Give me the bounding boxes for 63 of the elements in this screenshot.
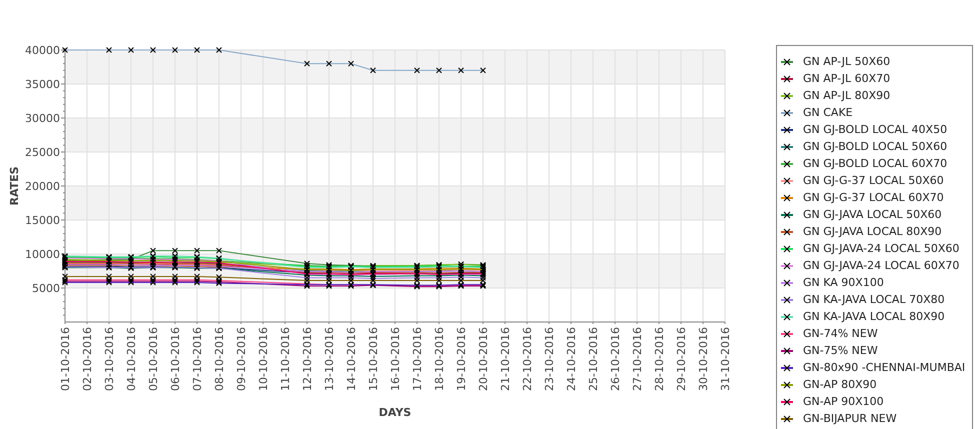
axis-tick-label: 29-10-2016: [675, 327, 688, 391]
axis-tick-label: 13-10-2016: [323, 327, 336, 391]
axis-tick-label: 05-10-2016: [147, 327, 160, 391]
axis-tick-label: 16-10-2016: [389, 327, 402, 391]
legend-label: GN GJ-JAVA LOCAL 80X90: [803, 226, 942, 237]
axis-tick-label: 09-10-2016: [235, 327, 248, 391]
axis-tick-label: 21-10-2016: [499, 327, 512, 391]
legend-label: GN GJ-BOLD LOCAL 50X60: [803, 141, 948, 152]
axis-title: DAYS: [378, 406, 412, 419]
axis-tick-label: 20-10-2016: [477, 327, 490, 391]
axis-tick-label: 14-10-2016: [345, 327, 358, 391]
axis-tick-label: 17-10-2016: [411, 327, 424, 391]
legend-label: GN KA 90X100: [803, 277, 884, 288]
axis-tick-label: 28-10-2016: [653, 327, 666, 391]
legend-label: GN-74% NEW: [803, 328, 878, 339]
axis-tick-label: 27-10-2016: [631, 327, 644, 391]
axis-tick-label: 11-10-2016: [279, 327, 292, 391]
axis-tick-label: 40000: [25, 44, 60, 57]
axis-tick-label: 07-10-2016: [191, 327, 204, 391]
legend-label: GN GJ-G-37 LOCAL 50X60: [803, 175, 944, 186]
axis-tick-label: 02-10-2016: [81, 327, 94, 391]
axis-tick-label: 12-10-2016: [301, 327, 314, 391]
legend-label: GN KA-JAVA LOCAL 80X90: [803, 311, 945, 322]
legend-label: GN AP-JL 60X70: [803, 73, 890, 84]
axis-tick-label: 26-10-2016: [609, 327, 622, 391]
axis-tick-label: 30000: [25, 112, 60, 125]
axis-tick-label: 23-10-2016: [543, 327, 556, 391]
axis-tick-label: 06-10-2016: [169, 327, 182, 391]
legend-label: GN GJ-JAVA-24 LOCAL 60X70: [803, 260, 960, 271]
axis-tick-label: 15-10-2016: [367, 327, 380, 391]
legend-label: GN-80x90 -CHENNAI-MUMBAI: [803, 362, 966, 373]
axis-tick-label: 04-10-2016: [125, 327, 138, 391]
axis-tick-label: 08-10-2016: [213, 327, 226, 391]
axis-tick-label: 15000: [25, 214, 60, 227]
axis-tick-label: 01-10-2016: [59, 327, 72, 391]
axis-tick-label: 10-10-2016: [257, 327, 270, 391]
axis-tick-label: 30-10-2016: [697, 327, 710, 391]
axis-tick-label: 25-10-2016: [587, 327, 600, 391]
axis-tick-label: 19-10-2016: [455, 327, 468, 391]
axis-tick-label: 24-10-2016: [565, 327, 578, 391]
legend-label: GN AP-JL 50X60: [803, 56, 890, 67]
legend-label: GN GJ-JAVA-24 LOCAL 50X60: [803, 243, 960, 254]
axis-tick-label: 5000: [32, 282, 60, 295]
axis-tick-label: 22-10-2016: [521, 327, 534, 391]
axis-tick-label: 03-10-2016: [103, 327, 116, 391]
axis-tick-label: 20000: [25, 180, 60, 193]
legend-label: GN KA-JAVA LOCAL 70X80: [803, 294, 945, 305]
legend-label: GN-75% NEW: [803, 345, 878, 356]
legend-label: GN GJ-BOLD LOCAL 40X50: [803, 124, 948, 135]
axis-tick-label: 35000: [25, 78, 60, 91]
axis-tick-label: 18-10-2016: [433, 327, 446, 391]
axis-tick-label: 31-10-2016: [719, 327, 732, 391]
axis-tick-label: 10000: [25, 248, 60, 261]
legend-label: GN AP-JL 80X90: [803, 90, 890, 101]
axis-tick-label: 25000: [25, 146, 60, 159]
legend-label: GN GJ-G-37 LOCAL 60X70: [803, 192, 944, 203]
axis-title: RATES: [8, 166, 21, 206]
legend-label: GN GJ-BOLD LOCAL 60X70: [803, 158, 948, 169]
legend-label: GN-AP 90X100: [803, 396, 884, 407]
legend-label: GN GJ-JAVA LOCAL 50X60: [803, 209, 942, 220]
legend-label: GN-BIJAPUR NEW: [803, 413, 897, 424]
legend-label: GN-AP 80X90: [803, 379, 877, 390]
legend-label: GN CAKE: [803, 107, 853, 118]
